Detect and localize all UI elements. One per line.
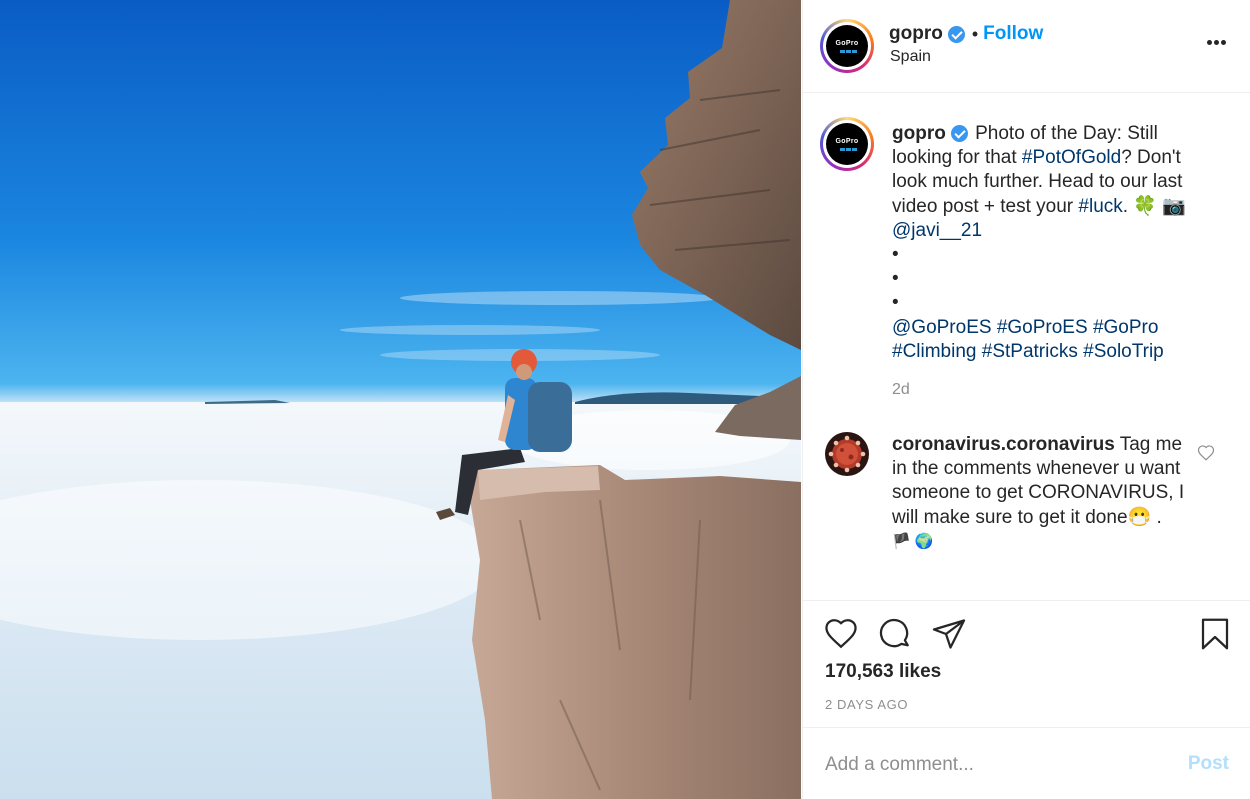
author-username[interactable]: gopro: [889, 23, 943, 45]
caption-bullet: •: [892, 292, 899, 314]
caption-hashtag-link[interactable]: #PotOfGold: [1022, 147, 1121, 168]
hashtag-link[interactable]: #GoProES: [997, 317, 1088, 338]
caption-username[interactable]: gopro: [892, 123, 946, 144]
caption-fragment: . 🍀 📷: [1122, 195, 1186, 217]
verified-badge-icon: [947, 25, 965, 43]
commenter-username[interactable]: coronavirus.coronavirus: [892, 434, 1115, 455]
post-location[interactable]: Spain: [890, 48, 931, 66]
hashtag-link[interactable]: #GoPro: [1093, 317, 1158, 338]
hashtag-line: @GoProES #GoProES #GoPro: [892, 316, 1212, 340]
hashtag-line: #Climbing #StPatricks #SoloTrip: [892, 340, 1212, 364]
more-options-icon[interactable]: [1201, 32, 1231, 56]
comment-icon[interactable]: [877, 616, 913, 652]
caption-text: gopro Photo of the Day: Still looking fo…: [892, 122, 1212, 364]
bookmark-icon[interactable]: [1197, 616, 1233, 652]
caption-avatar[interactable]: GoPro: [820, 117, 874, 171]
author-avatar[interactable]: GoPro: [820, 19, 874, 73]
hashtag-link[interactable]: #SoloTrip: [1083, 341, 1164, 362]
post-comment-button[interactable]: Post: [1188, 753, 1229, 775]
comment-like-heart-icon[interactable]: [1197, 444, 1217, 464]
post-side-panel: GoPro gopro • Follow Spain GoPro gopro P…: [802, 0, 1250, 799]
post-date[interactable]: 2 DAYS AGO: [825, 697, 908, 712]
add-comment-bar: Post: [803, 727, 1250, 799]
gopro-logo: GoPro: [835, 40, 859, 47]
caption-hashtag-link[interactable]: #luck: [1078, 196, 1122, 217]
likes-count[interactable]: 170,563 likes: [825, 661, 941, 683]
caption-timestamp[interactable]: 2d: [892, 381, 910, 399]
hashtag-link[interactable]: @GoProES: [892, 317, 992, 338]
add-comment-input[interactable]: [825, 750, 1165, 780]
post-header: GoPro gopro • Follow Spain: [803, 0, 1250, 93]
caption-hashtag-link[interactable]: @javi__21: [892, 220, 982, 241]
heart-icon[interactable]: [823, 616, 859, 652]
separator-dot: •: [971, 23, 979, 44]
caption-bullet: •: [892, 268, 899, 290]
post-photo[interactable]: [0, 0, 801, 799]
comment-text: coronavirus.coronavirus Tag me in the co…: [892, 433, 1192, 554]
hashtag-link[interactable]: #Climbing: [892, 341, 976, 362]
comment-emoji-line: 🏴 🌍: [892, 532, 934, 550]
verified-badge-icon: [950, 125, 968, 143]
hashtag-link[interactable]: #StPatricks: [982, 341, 1078, 362]
share-icon[interactable]: [931, 616, 967, 652]
post-actions: 170,563 likes 2 DAYS AGO: [803, 600, 1250, 727]
caption-bullet: •: [892, 244, 899, 266]
follow-button[interactable]: Follow: [983, 23, 1043, 45]
gopro-logo: GoPro: [835, 138, 859, 145]
commenter-avatar[interactable]: [825, 432, 869, 476]
